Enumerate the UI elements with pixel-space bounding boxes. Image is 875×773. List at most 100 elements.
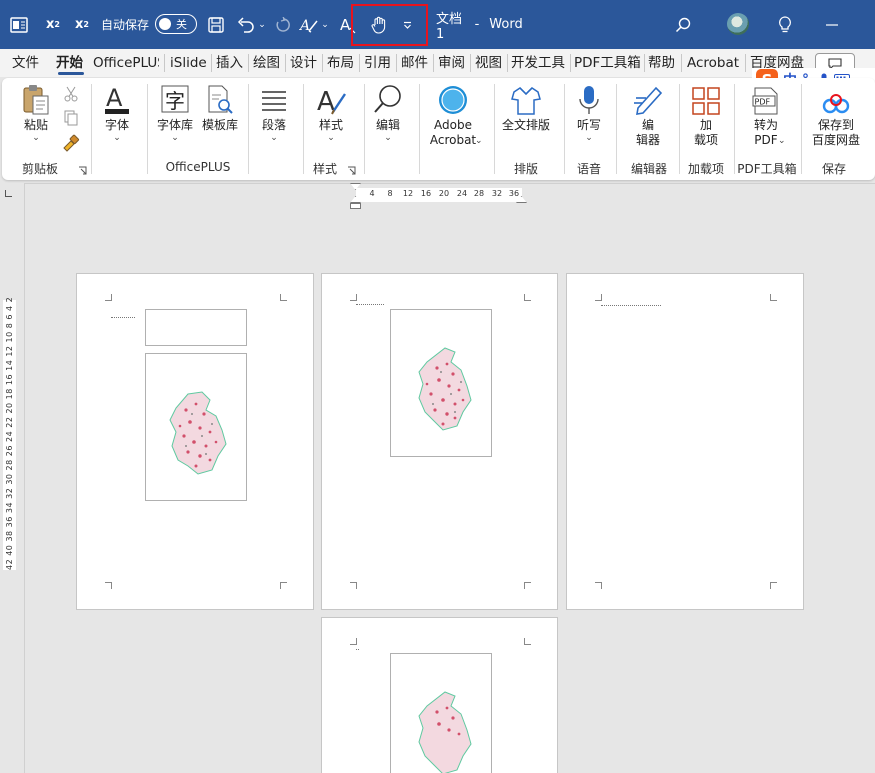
font-library-dropdown-icon[interactable]: ⌄ bbox=[171, 133, 179, 143]
tab-review[interactable]: 审阅 bbox=[438, 49, 468, 77]
touch-mouse-mode-icon[interactable] bbox=[369, 0, 389, 49]
word-app-icon[interactable] bbox=[8, 0, 30, 49]
painter-dropdown-icon[interactable]: ⌄ bbox=[320, 0, 330, 49]
document-page[interactable] bbox=[321, 273, 558, 610]
superscript-icon[interactable]: x2 bbox=[44, 0, 62, 49]
lightbulb-icon[interactable] bbox=[776, 0, 794, 49]
toggle-knob bbox=[159, 18, 171, 30]
adobe-acrobat-button[interactable]: Adobe Acrobat ⌄ bbox=[422, 82, 484, 148]
group-divider bbox=[303, 84, 304, 174]
styles-dropdown-icon[interactable]: ⌄ bbox=[327, 133, 335, 143]
tab-divider bbox=[285, 54, 286, 72]
font-button[interactable]: A 字体 ⌄ bbox=[100, 82, 134, 143]
title-bar: x2 x2 自动保存 关 ⌄ A ⌄ A 文档1 - Word bbox=[0, 0, 875, 49]
font-dropdown-icon[interactable]: ⌄ bbox=[113, 133, 121, 143]
tab-insert[interactable]: 插入 bbox=[216, 49, 246, 77]
tab-divider bbox=[681, 54, 682, 72]
horizontal-ruler[interactable]: 4 8 12 16 20 24 28 32 36 bbox=[356, 188, 522, 202]
editing-button[interactable]: 编辑 ⌄ bbox=[371, 82, 405, 143]
template-search-icon bbox=[206, 82, 234, 116]
convert-to-pdf-button[interactable]: PDF 转为 PDF ⌄ bbox=[744, 82, 788, 148]
editor-label-line2: 辑器 bbox=[635, 133, 660, 147]
user-avatar[interactable] bbox=[727, 13, 749, 35]
tab-officeplus[interactable]: OfficePLUS bbox=[93, 49, 159, 77]
editor-button[interactable]: 编 辑器 bbox=[626, 82, 670, 148]
cut-icon[interactable] bbox=[64, 86, 78, 105]
tab-divider bbox=[359, 54, 360, 72]
customize-quick-access-icon[interactable] bbox=[400, 0, 414, 49]
crop-mark bbox=[524, 582, 531, 589]
tab-divider bbox=[322, 54, 323, 72]
document-page[interactable] bbox=[566, 273, 804, 610]
undo-dropdown-icon[interactable]: ⌄ bbox=[257, 0, 267, 49]
empty-text-frame[interactable] bbox=[145, 309, 247, 346]
layout-group-label: 排版 bbox=[513, 162, 538, 176]
font-library-button[interactable]: 字 字体库 ⌄ bbox=[154, 82, 196, 143]
clipboard-launcher-icon[interactable] bbox=[78, 164, 88, 175]
save-icon[interactable] bbox=[204, 0, 228, 49]
left-indent-marker[interactable] bbox=[350, 203, 361, 209]
svg-text:A: A bbox=[106, 84, 123, 112]
ruler-tick: 16 bbox=[420, 189, 432, 198]
svg-text:PDF: PDF bbox=[755, 98, 771, 107]
full-layout-button[interactable]: 全文排版 bbox=[499, 82, 553, 133]
dictate-label: 听写 bbox=[576, 118, 601, 132]
to-pdf-label-line2: PDF bbox=[754, 133, 778, 147]
autosave-toggle[interactable]: 关 bbox=[155, 14, 197, 34]
tab-home[interactable]: 开始 bbox=[56, 49, 86, 77]
ribbon-home: 粘贴 ⌄ 剪贴板 A 字体 ⌄ 字 字体库 ⌄ 模板库 OfficePLUS 段… bbox=[2, 78, 875, 180]
template-library-button[interactable]: 模板库 bbox=[199, 82, 241, 133]
group-divider bbox=[616, 84, 617, 174]
tab-islide[interactable]: iSlide bbox=[170, 49, 206, 77]
clipboard-group-label: 剪贴板 bbox=[21, 162, 58, 176]
subscript-icon[interactable]: x2 bbox=[73, 0, 91, 49]
editing-label: 编辑 bbox=[375, 118, 400, 132]
tab-draw[interactable]: 绘图 bbox=[253, 49, 283, 77]
minimize-icon[interactable] bbox=[822, 0, 842, 49]
adobe-dropdown-icon[interactable]: ⌄ bbox=[475, 136, 483, 146]
map-image-frame[interactable] bbox=[390, 653, 492, 773]
search-icon[interactable] bbox=[673, 0, 693, 49]
ruler-tick: 36 bbox=[508, 189, 520, 198]
paragraph-dropdown-icon[interactable]: ⌄ bbox=[270, 133, 278, 143]
ruler-tick: 28 bbox=[473, 189, 485, 198]
paragraph-label: 段落 bbox=[261, 118, 286, 132]
svg-text:A: A bbox=[340, 16, 351, 34]
paragraph-button[interactable]: 段落 ⌄ bbox=[257, 82, 291, 143]
tab-design[interactable]: 设计 bbox=[290, 49, 320, 77]
undo-icon[interactable] bbox=[235, 0, 257, 49]
format-painter-icon[interactable] bbox=[62, 134, 80, 155]
tab-acrobat[interactable]: Acrobat bbox=[687, 49, 741, 77]
shirt-layout-icon bbox=[510, 82, 542, 116]
tab-references[interactable]: 引用 bbox=[364, 49, 394, 77]
styles-launcher-icon[interactable] bbox=[347, 164, 357, 175]
redo-icon[interactable] bbox=[272, 0, 294, 49]
styles-button[interactable]: A 样式 ⌄ bbox=[313, 82, 349, 143]
format-painter-text-icon[interactable]: A bbox=[298, 0, 320, 49]
caption-placeholder bbox=[356, 646, 359, 650]
editing-dropdown-icon[interactable]: ⌄ bbox=[384, 133, 392, 143]
tab-mailings[interactable]: 邮件 bbox=[401, 49, 431, 77]
document-page[interactable] bbox=[76, 273, 314, 610]
tab-developer[interactable]: 开发工具 bbox=[511, 49, 569, 77]
addins-button[interactable]: 加 载项 bbox=[686, 82, 726, 148]
styles-group-label: 样式 bbox=[312, 162, 337, 176]
dictate-dropdown-icon[interactable]: ⌄ bbox=[585, 133, 593, 143]
tab-pdf-toolbox[interactable]: PDF工具箱 bbox=[574, 49, 642, 77]
tab-view[interactable]: 视图 bbox=[475, 49, 505, 77]
map-image-frame[interactable] bbox=[390, 309, 492, 457]
voice-group-label: 语音 bbox=[576, 162, 601, 176]
tab-help[interactable]: 帮助 bbox=[648, 49, 678, 77]
tab-divider bbox=[745, 54, 746, 72]
dictate-button[interactable]: 听写 ⌄ bbox=[572, 82, 606, 143]
copy-icon[interactable] bbox=[64, 110, 78, 129]
tab-selector-icon[interactable] bbox=[5, 190, 12, 197]
document-page[interactable] bbox=[321, 617, 558, 773]
save-to-baidu-button[interactable]: 保存到 百度网盘 bbox=[806, 82, 866, 148]
tab-layout[interactable]: 布局 bbox=[327, 49, 357, 77]
tab-file[interactable]: 文件 bbox=[12, 49, 42, 77]
map-image-frame[interactable] bbox=[145, 353, 247, 501]
paste-button[interactable]: 粘贴 ⌄ bbox=[18, 82, 54, 143]
paste-dropdown-icon[interactable]: ⌄ bbox=[32, 133, 40, 143]
to-pdf-dropdown-icon[interactable]: ⌄ bbox=[778, 136, 786, 146]
